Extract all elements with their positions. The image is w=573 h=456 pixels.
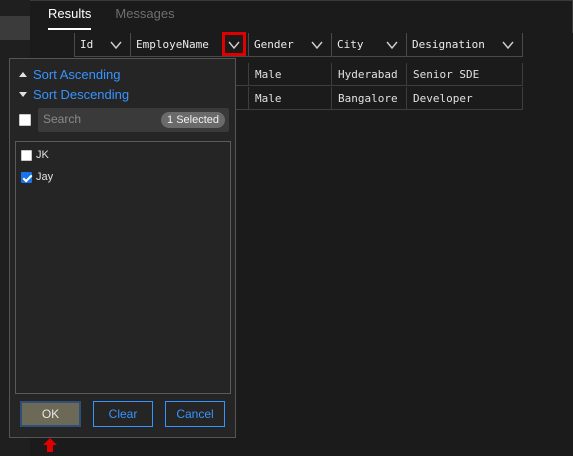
select-all-row [19,107,31,133]
column-header-designation[interactable]: Designation [406,33,523,57]
cell-gender[interactable]: Male [248,63,331,86]
chevron-down-icon[interactable] [385,38,399,52]
column-header-label: City [337,38,364,51]
red-up-arrow-icon [43,438,57,452]
sort-descending-option[interactable]: Sort Descending [19,85,129,103]
search-input[interactable]: Search 1 Selected [38,108,229,132]
list-item[interactable]: Jay [21,169,53,185]
column-header-id[interactable]: Id [74,33,130,57]
chevron-down-icon[interactable] [109,38,123,52]
cell-city[interactable]: Hyderabad [331,63,406,86]
gutter-tab-block[interactable] [0,16,30,40]
column-header-employename[interactable]: EmployeName [130,32,248,57]
selected-count-badge: 1 Selected [161,112,225,128]
sort-descending-label: Sort Descending [33,86,130,102]
tab-results[interactable]: Results [48,6,92,30]
ok-button[interactable]: OK [20,401,81,427]
cell-designation[interactable]: Developer [406,87,523,110]
column-filter-popup: Sort Ascending Sort Descending Search 1 … [9,58,236,438]
clear-button[interactable]: Clear [93,401,153,427]
chevron-down-icon[interactable] [501,38,515,52]
cell-city[interactable]: Bangalore [331,87,406,110]
chevron-down-icon[interactable] [227,38,241,52]
grid-header: Id EmployeName Gender City Designation [74,32,523,58]
value-checkbox[interactable] [21,171,32,183]
column-header-label: Gender [254,38,294,51]
chevron-down-icon[interactable] [310,38,324,52]
value-label: JK [36,149,49,161]
column-header-label: Designation [412,38,485,51]
filter-values-list: JK Jay [15,141,231,394]
column-header-city[interactable]: City [331,33,406,57]
value-label: Jay [36,171,54,183]
column-header-label: EmployeName [136,38,209,51]
triangle-down-icon [19,91,27,97]
column-header-label: Id [80,38,94,51]
sort-ascending-option[interactable]: Sort Ascending [19,65,120,83]
triangle-up-icon [19,71,27,77]
search-placeholder: Search [43,112,82,126]
cell-gender[interactable]: Male [248,87,331,110]
select-all-checkbox[interactable] [19,114,31,126]
value-checkbox[interactable] [21,149,32,161]
tab-messages[interactable]: Messages [115,6,174,30]
sort-ascending-label: Sort Ascending [33,66,121,82]
list-item[interactable]: JK [21,147,49,163]
column-header-gender[interactable]: Gender [248,33,331,57]
cell-designation[interactable]: Senior SDE [406,63,523,86]
cancel-button[interactable]: Cancel [165,401,225,427]
results-tabs: Results Messages [48,6,175,30]
